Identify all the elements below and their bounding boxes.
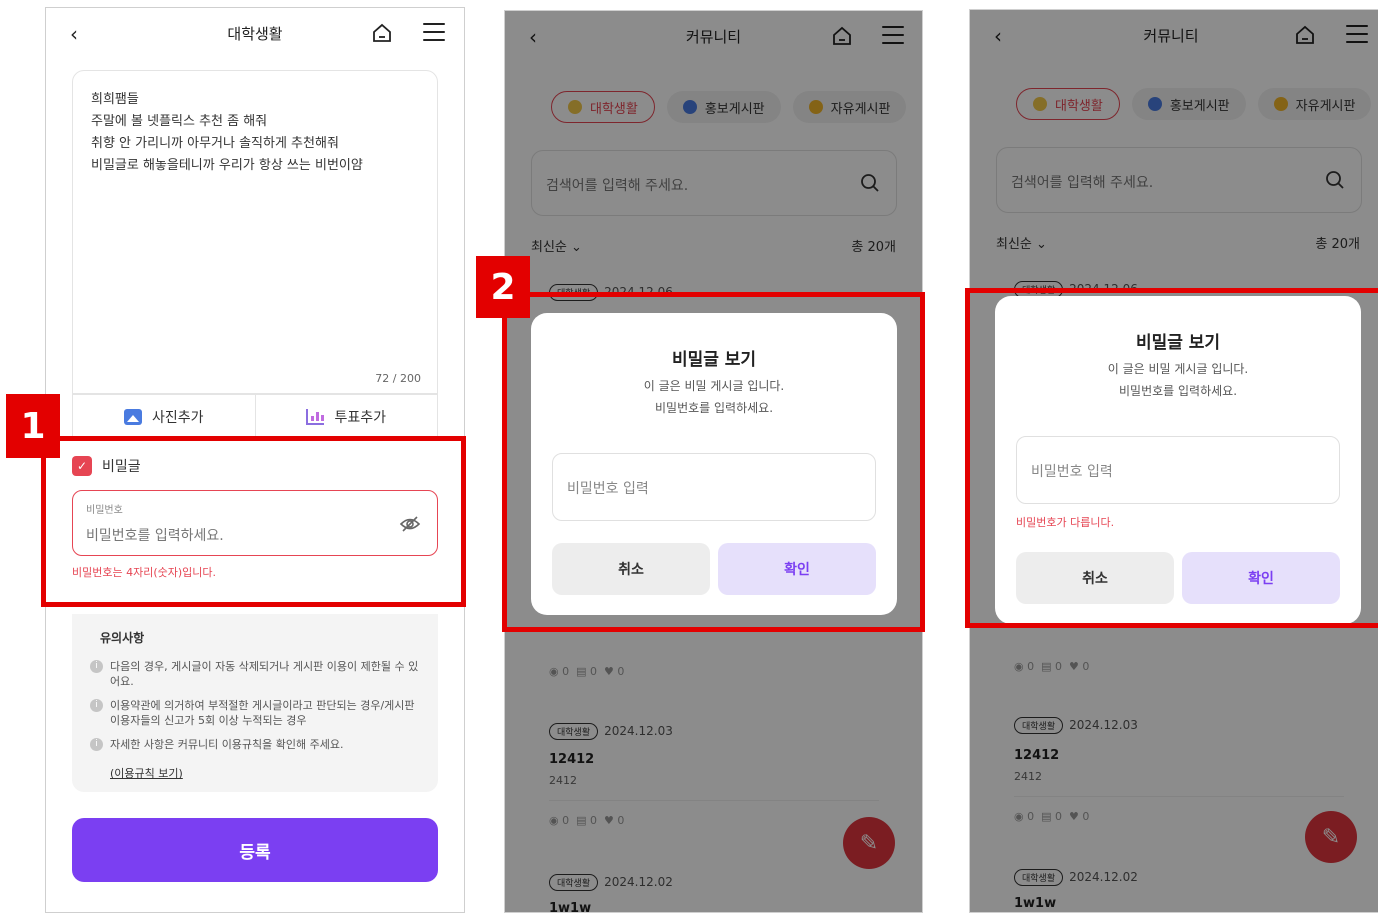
add-photo-button[interactable]: 사진추가 <box>73 395 255 439</box>
notice-text: 이용약관에 의거하여 부적절한 게시글이라고 판단되는 경우/게시판 이용자들의… <box>110 699 415 727</box>
notice-box: 유의사항 i 다음의 경우, 게시글이 자동 삭제되거나 게시판 이용이 제한될 … <box>72 614 438 792</box>
attach-row: 사진추가 투표추가 <box>72 394 438 440</box>
notice-text: 다음의 경우, 게시글이 자동 삭제되거나 게시판 이용이 제한될 수 있어요. <box>110 660 419 688</box>
add-vote-button[interactable]: 투표추가 <box>254 395 438 439</box>
step-label-1: 1 <box>6 394 60 458</box>
info-icon: i <box>90 738 103 751</box>
post-content-area[interactable]: 희희팸들 주말에 볼 넷플릭스 추천 좀 해줘 취향 안 가리니까 아무거나 솔… <box>72 70 438 394</box>
image-icon <box>123 409 142 425</box>
content-line: 주말에 볼 넷플릭스 추천 좀 해줘 <box>91 114 268 129</box>
notice-item: i 이용약관에 의거하여 부적절한 게시글이라고 판단되는 경우/게시판 이용자들… <box>90 698 420 728</box>
home-icon[interactable] <box>371 22 393 44</box>
add-vote-label: 투표추가 <box>334 410 387 426</box>
step-label-2: 2 <box>476 256 530 318</box>
content-line: 희희팸들 <box>91 92 139 107</box>
post-content: 희희팸들 주말에 볼 넷플릭스 추천 좀 해줘 취향 안 가리니까 아무거나 솔… <box>91 89 363 177</box>
notice-item: i 자세한 사항은 커뮤니티 이용규칙을 확인해 주세요. <box>90 737 420 752</box>
notice-item: i 다음의 경우, 게시글이 자동 삭제되거나 게시판 이용이 제한될 수 있어요… <box>90 659 420 689</box>
notice-text: 자세한 사항은 커뮤니티 이용규칙을 확인해 주세요. <box>110 738 344 751</box>
notice-title: 유의사항 <box>100 631 145 645</box>
add-photo-label: 사진추가 <box>151 410 204 426</box>
highlight-box-1 <box>41 436 466 607</box>
content-line: 취향 안 가리니까 아무거나 솔직하게 추천해줘 <box>91 136 339 151</box>
info-icon: i <box>90 699 103 712</box>
menu-icon[interactable] <box>423 23 445 41</box>
bar-chart-icon <box>306 409 325 425</box>
highlight-box-2 <box>502 292 925 632</box>
char-counter: 72 / 200 <box>375 372 421 385</box>
info-icon: i <box>90 660 103 673</box>
highlight-box-3 <box>965 288 1378 628</box>
rules-link[interactable]: (이용규칙 보기) <box>110 765 183 781</box>
header: ‹ 대학생활 <box>46 8 464 60</box>
page-title: 대학생활 <box>227 25 283 43</box>
submit-button[interactable]: 등록 <box>72 818 438 882</box>
content-line: 비밀글로 해놓을테니까 우리가 항상 쓰는 비번이얌 <box>91 158 363 173</box>
